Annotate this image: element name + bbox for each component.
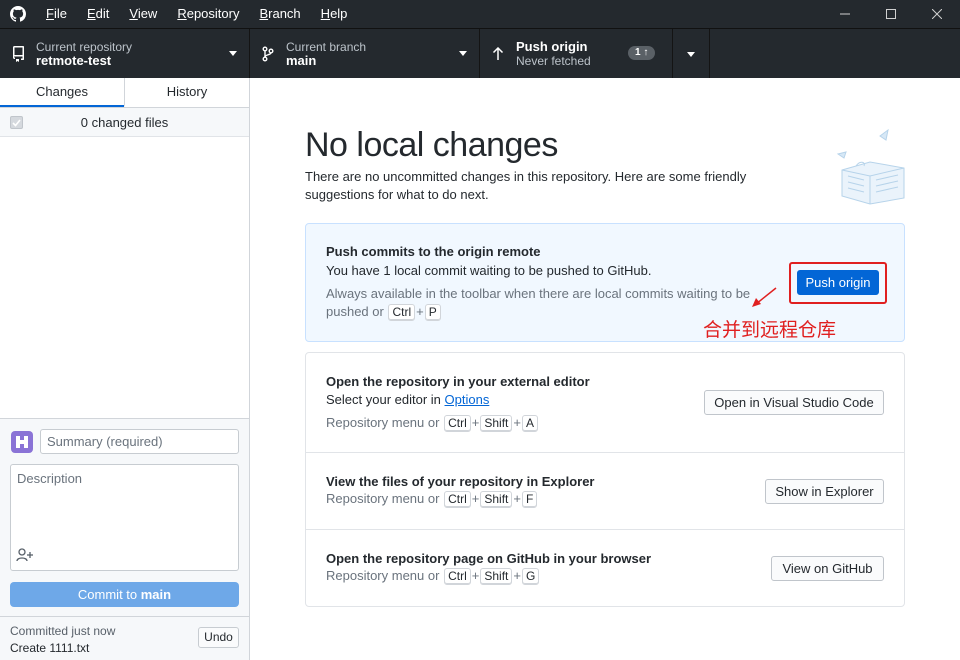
menu-repository[interactable]: Repository — [167, 0, 249, 28]
changed-files-count: 0 changed files — [80, 114, 169, 130]
close-icon[interactable] — [914, 0, 960, 28]
ahead-count-badge: 1 ↑ — [628, 46, 656, 60]
menu-help[interactable]: Help — [311, 0, 358, 28]
branch-icon — [250, 46, 286, 62]
open-editor-button[interactable]: Open in Visual Studio Code — [704, 390, 884, 415]
push-subtitle: Never fetched — [516, 54, 591, 68]
chevron-down-icon — [229, 51, 237, 56]
github-hint: Repository menu or Ctrl + Shift + G — [326, 567, 540, 585]
shortcut-key: Ctrl — [444, 415, 471, 432]
minimize-icon[interactable] — [822, 0, 868, 28]
sidebar: Changes History 0 changed files Summary … — [0, 78, 250, 660]
description-textarea[interactable]: Description — [10, 464, 239, 571]
current-branch-button[interactable]: Current branch main — [250, 29, 480, 79]
explorer-hint: Repository menu or Ctrl + Shift + F — [326, 490, 538, 508]
suggestions-card: Open the repository in your external edi… — [305, 352, 905, 607]
tab-history[interactable]: History — [124, 78, 249, 107]
shortcut-key: P — [424, 304, 441, 321]
commit-button[interactable]: Commit to main — [10, 582, 239, 607]
github-title: Open the repository page on GitHub in yo… — [326, 551, 652, 566]
last-commit-panel: Committed just now Create 1111.txt Undo — [0, 616, 249, 660]
maximize-icon[interactable] — [868, 0, 914, 28]
undo-button[interactable]: Undo — [198, 627, 239, 648]
avatar — [11, 431, 33, 453]
chevron-down-icon — [687, 51, 695, 57]
sidebar-tabs: Changes History — [0, 78, 249, 108]
editor-title: Open the repository in your external edi… — [326, 374, 590, 389]
toolbar: Current repository retmote-test Current … — [0, 28, 960, 79]
shortcut-key: Shift — [480, 568, 513, 585]
push-origin-toolbar-button[interactable]: Push origin Never fetched 1 ↑ — [480, 29, 673, 79]
github-suggestion: Open the repository page on GitHub in yo… — [306, 530, 904, 607]
github-logo-icon — [0, 0, 36, 28]
menu-branch[interactable]: Branch — [249, 0, 310, 28]
menu-view[interactable]: View — [119, 0, 167, 28]
explorer-title: View the files of your repository in Exp… — [326, 474, 595, 489]
push-card-description: You have 1 local commit waiting to be pu… — [326, 263, 652, 278]
shortcut-key: Ctrl — [444, 491, 471, 508]
editor-hint: Repository menu or Ctrl + Shift + A — [326, 414, 539, 432]
branch-name: main — [286, 53, 317, 68]
push-card-hint: Always available in the toolbar when the… — [326, 286, 751, 321]
editor-description: Select your editor in Options — [326, 392, 490, 407]
branch-label: Current branch — [286, 40, 367, 54]
shortcut-key: Ctrl — [444, 568, 471, 585]
arrow-up-icon — [480, 47, 516, 61]
shortcut-key: G — [521, 568, 540, 585]
title-bar: File Edit View Repository Branch Help — [0, 0, 960, 28]
repo-icon — [0, 46, 36, 62]
shortcut-key: Shift — [480, 415, 513, 432]
editor-suggestion: Open the repository in your external edi… — [306, 353, 904, 453]
intro-text: There are no uncommitted changes in this… — [305, 169, 747, 202]
show-in-explorer-button[interactable]: Show in Explorer — [765, 479, 884, 504]
shortcut-key: Ctrl — [388, 304, 416, 321]
annotation-arrow-icon — [752, 287, 777, 307]
explorer-suggestion: View the files of your repository in Exp… — [306, 453, 904, 530]
push-card-title: Push commits to the origin remote — [326, 244, 541, 259]
current-repository-button[interactable]: Current repository retmote-test — [0, 29, 250, 79]
tab-changes[interactable]: Changes — [0, 78, 124, 107]
main-panel: No local changes There are no uncommitte… — [250, 78, 960, 660]
repo-label: Current repository — [36, 40, 133, 54]
options-link[interactable]: Options — [445, 392, 490, 407]
chevron-down-icon — [459, 51, 467, 56]
select-all-checkbox[interactable] — [10, 116, 23, 129]
menu-edit[interactable]: Edit — [77, 0, 119, 28]
page-title: No local changes — [305, 126, 558, 164]
summary-input[interactable]: Summary (required) — [40, 429, 239, 454]
push-suggestion-card: Push commits to the origin remote You ha… — [305, 223, 905, 342]
shortcut-key: A — [521, 415, 538, 432]
push-origin-button[interactable]: Push origin — [797, 270, 879, 295]
repo-name: retmote-test — [36, 53, 112, 68]
empty-state-illustration-icon — [830, 126, 910, 209]
add-coauthor-icon[interactable] — [16, 548, 34, 565]
description-placeholder: Description — [17, 471, 83, 486]
last-commit-time: Committed just now — [10, 624, 116, 638]
shortcut-key: F — [521, 491, 538, 508]
annotation-text: 合并到远程仓库 — [703, 319, 837, 341]
push-title: Push origin — [516, 39, 588, 54]
changed-files-header: 0 changed files — [0, 108, 249, 137]
push-dropdown-button[interactable] — [673, 29, 710, 79]
menu-file[interactable]: File — [36, 0, 77, 28]
last-commit-message: Create 1111.txt — [10, 641, 90, 655]
commit-form: Summary (required) Description Commit to… — [0, 418, 249, 616]
shortcut-key: Shift — [480, 491, 513, 508]
view-on-github-button[interactable]: View on GitHub — [771, 556, 884, 581]
